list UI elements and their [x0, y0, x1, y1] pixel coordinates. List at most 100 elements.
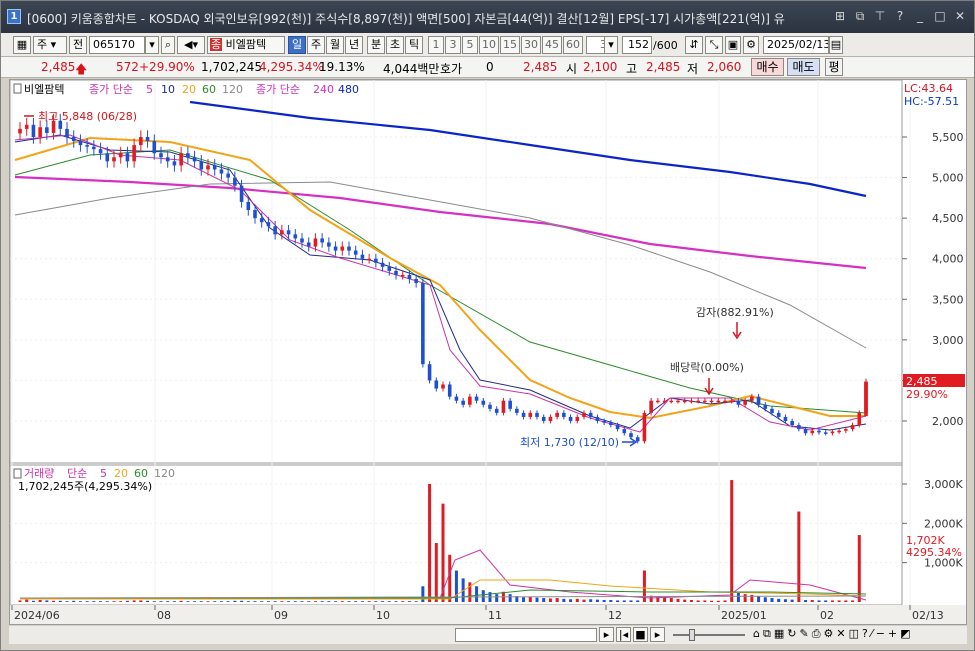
buy-button[interactable]: 매수: [751, 58, 784, 76]
search-icon[interactable]: ⌕: [161, 36, 175, 54]
volume-current-pct: 4295.34%: [906, 546, 962, 559]
cycle-tick-button[interactable]: 틱: [405, 36, 423, 54]
candle-down: [327, 242, 331, 247]
volume-readout: 1,702,245주(4,295.34%): [18, 480, 152, 493]
unit-45-button[interactable]: 45: [542, 36, 562, 54]
candle-down: [427, 364, 432, 381]
volume-bar: [736, 592, 740, 602]
minimize-icon[interactable]: _: [912, 8, 928, 24]
candle-up: [662, 400, 667, 403]
close-icon[interactable]: ✕: [952, 8, 968, 24]
code-input[interactable]: 065170: [89, 36, 145, 54]
volume-bar: [186, 601, 190, 602]
unit-30-button[interactable]: 30: [521, 36, 541, 54]
copy-icon[interactable]: ⧉: [763, 627, 771, 641]
volume-bar: [45, 600, 49, 602]
config-icon[interactable]: ⚙: [824, 627, 834, 641]
candle-up: [367, 258, 371, 261]
legend-ma20: 20: [182, 83, 196, 96]
help-small-icon[interactable]: ?: [862, 627, 868, 641]
grid-icon[interactable]: ▦: [774, 627, 784, 641]
volume-bar: [817, 600, 821, 602]
chart-area[interactable]: 비엘팜텍 종가 단순 5 10 20 60 120 종가 단순 240 480 …: [9, 79, 967, 625]
cycle-month-button[interactable]: 월: [326, 36, 344, 54]
zoom-out-icon[interactable]: −: [876, 627, 885, 641]
calendar-icon[interactable]: ▤: [829, 36, 843, 54]
candle-up: [689, 400, 694, 403]
volume-bar: [179, 600, 183, 602]
volume-bar: [219, 601, 223, 602]
volume-bar: [300, 601, 304, 602]
candle-down: [145, 137, 150, 142]
cross-icon[interactable]: ✕: [836, 627, 845, 641]
print-icon[interactable]: ⎙: [812, 627, 821, 641]
stop-icon[interactable]: ■: [633, 627, 648, 642]
candle-down: [105, 153, 110, 162]
volume-bar: [125, 600, 129, 602]
maximize-icon[interactable]: □: [932, 8, 948, 24]
candle-down: [562, 412, 566, 417]
volume-bar: [159, 601, 163, 602]
volume-bar: [770, 598, 774, 602]
prev-button[interactable]: 전: [69, 36, 87, 54]
cycle-week-button[interactable]: 주: [307, 36, 325, 54]
play-icon[interactable]: ▸: [650, 627, 665, 642]
cycle-day-button[interactable]: 일: [288, 36, 306, 54]
chart-canvas[interactable]: 비엘팜텍 종가 단순 5 10 20 60 120 종가 단순 240 480 …: [9, 79, 966, 624]
code-dropdown-icon[interactable]: ▾: [145, 36, 159, 54]
zoom-fit-icon[interactable]: ⌂: [753, 627, 760, 641]
restore-icon[interactable]: ⧉: [852, 8, 868, 24]
unit-15-button[interactable]: 15: [500, 36, 520, 54]
candle-down: [763, 404, 768, 409]
candle-down: [508, 400, 512, 409]
candle-up: [582, 412, 586, 417]
save-icon[interactable]: ▣: [725, 36, 741, 54]
overlay-icon[interactable]: ◫: [849, 627, 859, 641]
volume-bar: [569, 599, 573, 602]
layout-icon[interactable]: ▦: [13, 36, 31, 54]
scrollbar-track[interactable]: [455, 628, 597, 642]
price-change: 572: [116, 60, 139, 74]
pin-icon[interactable]: ⊤: [872, 8, 888, 24]
unit-60-button[interactable]: 60: [563, 36, 583, 54]
refresh-icon[interactable]: ↻: [787, 627, 796, 641]
link-icon[interactable]: ⊞: [832, 8, 848, 24]
zoom-slider[interactable]: [673, 634, 745, 636]
expand-icon[interactable]: ◩: [900, 627, 910, 641]
zoom-slider-handle[interactable]: [689, 629, 695, 641]
period-select[interactable]: 주 ▾: [33, 36, 67, 54]
unit-5-button[interactable]: 5: [462, 36, 478, 54]
cycle-minute-button[interactable]: 분: [367, 36, 385, 54]
volume-bar: [495, 594, 499, 602]
candle-down: [635, 437, 640, 442]
volume-bar: [273, 601, 277, 602]
volume-bar: [240, 600, 244, 602]
candle-down: [494, 408, 499, 413]
scroll-right-icon[interactable]: ▸: [599, 627, 614, 642]
unit-3-button[interactable]: 3: [445, 36, 461, 54]
indicator-select[interactable]: 종 비엘팜텍: [207, 36, 285, 54]
unit-1-button[interactable]: 1: [428, 36, 444, 54]
volume-bar: [253, 601, 257, 602]
candle-down: [78, 141, 83, 146]
date-input[interactable]: 2025/02/13: [763, 36, 829, 54]
unit-10-button[interactable]: 10: [479, 36, 499, 54]
first-page-icon[interactable]: |◂: [616, 627, 631, 642]
candle-down: [266, 222, 271, 227]
compare-icon[interactable]: ⇵: [685, 36, 703, 54]
candle-down: [817, 430, 821, 433]
cycle-year-button[interactable]: 년: [345, 36, 363, 54]
slash-icon[interactable]: ⁄: [871, 627, 873, 641]
zoom-in-icon[interactable]: +: [888, 627, 897, 641]
trend-icon[interactable]: ⤡: [705, 36, 723, 54]
cycle-second-button[interactable]: 초: [386, 36, 404, 54]
settings-icon[interactable]: ⚙: [743, 36, 759, 54]
help-icon[interactable]: ?: [892, 8, 908, 24]
sound-icon[interactable]: ◀▾: [177, 36, 205, 54]
flat-button[interactable]: 평: [825, 58, 843, 76]
tools-icon[interactable]: ✎: [799, 627, 808, 641]
sell-button[interactable]: 매도: [787, 58, 820, 76]
count-input[interactable]: 152: [622, 36, 652, 54]
volume-bar: [119, 601, 123, 602]
unit-dropdown-icon[interactable]: ▾: [604, 36, 618, 54]
